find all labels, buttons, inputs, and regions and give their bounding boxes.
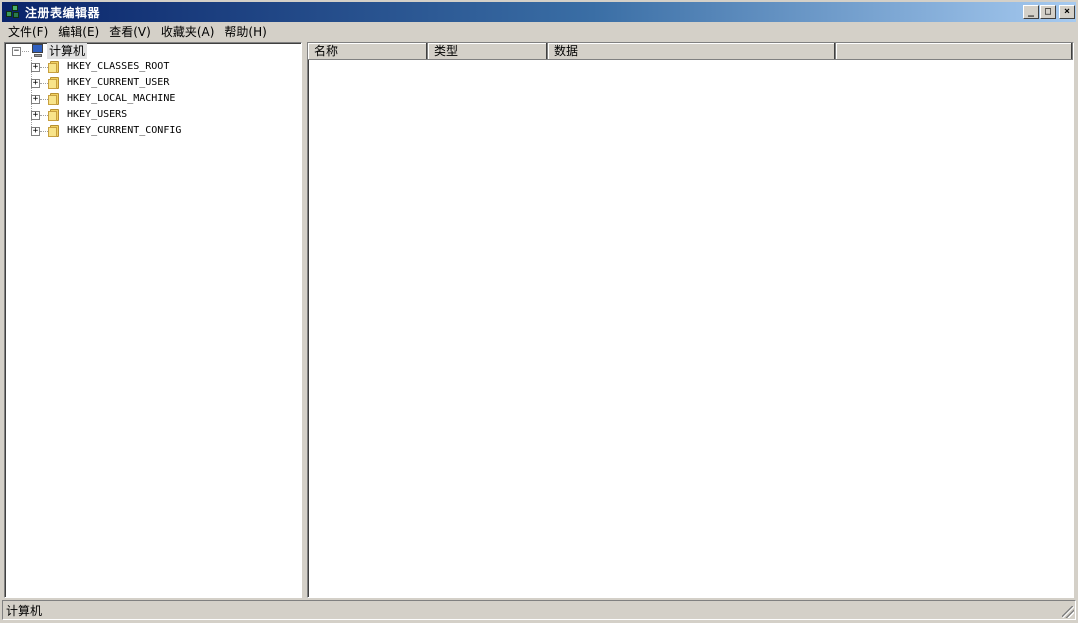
computer-icon (29, 44, 45, 58)
tree-node-hkey-current-config[interactable]: + HKEY_CURRENT_CONFIG (5, 123, 301, 139)
expand-icon[interactable]: + (31, 79, 40, 88)
tree-node-hkey-users[interactable]: + HKEY_USERS (5, 107, 301, 123)
key-tree-pane[interactable]: − 计算机 + HKEY_CLASSES_ROOT + HKEY_CURRENT… (4, 42, 302, 598)
menu-view[interactable]: 查看(V) (104, 23, 156, 41)
expand-icon[interactable]: + (31, 63, 40, 72)
values-list-pane[interactable]: 名称 类型 数据 (307, 42, 1074, 598)
column-header-type[interactable]: 类型 (428, 43, 548, 60)
folder-icon (48, 77, 62, 89)
registry-editor-window: 注册表编辑器 _ □ × 文件(F) 编辑(E) 查看(V) 收藏夹(A) 帮助… (0, 0, 1078, 623)
expand-icon[interactable]: + (31, 127, 40, 136)
maximize-button[interactable]: □ (1040, 5, 1056, 19)
tree-node-hkey-local-machine[interactable]: + HKEY_LOCAL_MACHINE (5, 91, 301, 107)
menu-bar: 文件(F) 编辑(E) 查看(V) 收藏夹(A) 帮助(H) (2, 22, 1076, 42)
tree-node-label: 计算机 (47, 43, 88, 59)
folder-icon (48, 125, 62, 137)
minimize-button[interactable]: _ (1023, 5, 1039, 19)
window-title: 注册表编辑器 (25, 5, 101, 20)
menu-file[interactable]: 文件(F) (2, 23, 53, 41)
menu-edit[interactable]: 编辑(E) (53, 23, 104, 41)
expand-icon[interactable]: + (31, 111, 40, 120)
tree-node-computer[interactable]: − 计算机 (5, 43, 301, 59)
tree-node-label: HKEY_CLASSES_ROOT (67, 61, 170, 72)
status-path: 计算机 (6, 604, 43, 618)
tree-node-label: HKEY_USERS (67, 109, 128, 120)
menu-favorites[interactable]: 收藏夹(A) (156, 23, 220, 41)
status-bar: 计算机 (2, 600, 1076, 620)
collapse-icon[interactable]: − (12, 47, 21, 56)
folder-icon (48, 93, 62, 105)
close-button[interactable]: × (1059, 5, 1075, 19)
tree-node-hkey-current-user[interactable]: + HKEY_CURRENT_USER (5, 75, 301, 91)
column-header-empty (836, 43, 1073, 60)
resize-grip-icon[interactable] (1062, 606, 1074, 618)
column-header-name[interactable]: 名称 (308, 43, 428, 60)
tree-node-hkey-classes-root[interactable]: + HKEY_CLASSES_ROOT (5, 59, 301, 75)
registry-editor-icon (5, 4, 21, 20)
column-header-data[interactable]: 数据 (548, 43, 836, 60)
title-bar[interactable]: 注册表编辑器 _ □ × (2, 2, 1076, 22)
expand-icon[interactable]: + (31, 95, 40, 104)
tree-node-label: HKEY_CURRENT_CONFIG (67, 125, 182, 136)
list-header: 名称 类型 数据 (308, 43, 1073, 60)
tree-node-label: HKEY_CURRENT_USER (67, 77, 170, 88)
folder-icon (48, 61, 62, 73)
menu-help[interactable]: 帮助(H) (219, 23, 271, 41)
folder-icon (48, 109, 62, 121)
tree-node-label: HKEY_LOCAL_MACHINE (67, 93, 176, 104)
